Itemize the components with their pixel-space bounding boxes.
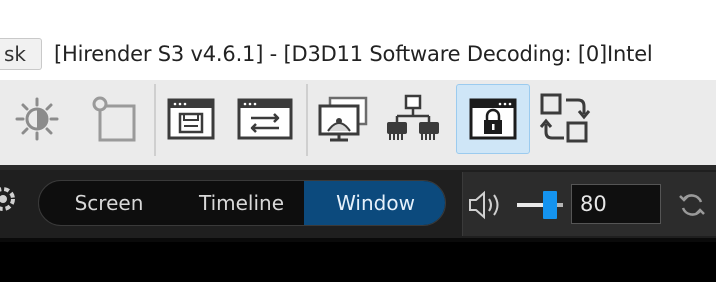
brightness-icon — [15, 97, 59, 141]
title-bar: sk [Hirender S3 v4.6.1] - [D3D11 Softwar… — [0, 0, 716, 80]
speaker-icon[interactable] — [466, 188, 506, 222]
crop-frame-button[interactable] — [84, 86, 146, 152]
window-save-icon — [167, 98, 215, 140]
window-swap-icon — [237, 98, 293, 140]
mode-switch: Screen Timeline Window — [38, 180, 446, 226]
volume-panel: 80 — [462, 172, 716, 236]
control-bar: Screen Timeline Window 80 — [0, 170, 716, 242]
swap-layout-icon — [539, 93, 591, 143]
projector-screen-button[interactable] — [312, 86, 374, 152]
network-icon — [387, 94, 439, 140]
swap-layout-button[interactable] — [534, 86, 596, 152]
network-button[interactable] — [382, 86, 444, 152]
window-swap-button[interactable] — [234, 86, 296, 152]
refresh-icon[interactable] — [677, 190, 707, 220]
title-tab[interactable]: sk — [0, 38, 42, 70]
brightness-button[interactable] — [6, 86, 68, 152]
toolbar — [0, 80, 716, 165]
mode-screen-button[interactable]: Screen — [39, 181, 179, 225]
mode-window-button[interactable]: Window — [304, 181, 445, 225]
toolbar-separator — [154, 84, 156, 156]
window-save-button[interactable] — [160, 86, 222, 152]
mode-timeline-button[interactable]: Timeline — [179, 181, 304, 225]
toolbar-separator — [306, 84, 308, 156]
volume-input[interactable]: 80 — [571, 184, 661, 224]
gear-icon[interactable] — [0, 184, 18, 214]
crop-frame-icon — [92, 96, 136, 142]
projector-screen-icon — [318, 96, 368, 142]
preview-viewport — [0, 242, 716, 282]
lock-window-button[interactable] — [456, 84, 530, 154]
volume-slider-thumb[interactable] — [542, 191, 557, 219]
lock-window-icon — [469, 98, 517, 140]
window-title: [Hirender S3 v4.6.1] - [D3D11 Software D… — [54, 42, 653, 66]
